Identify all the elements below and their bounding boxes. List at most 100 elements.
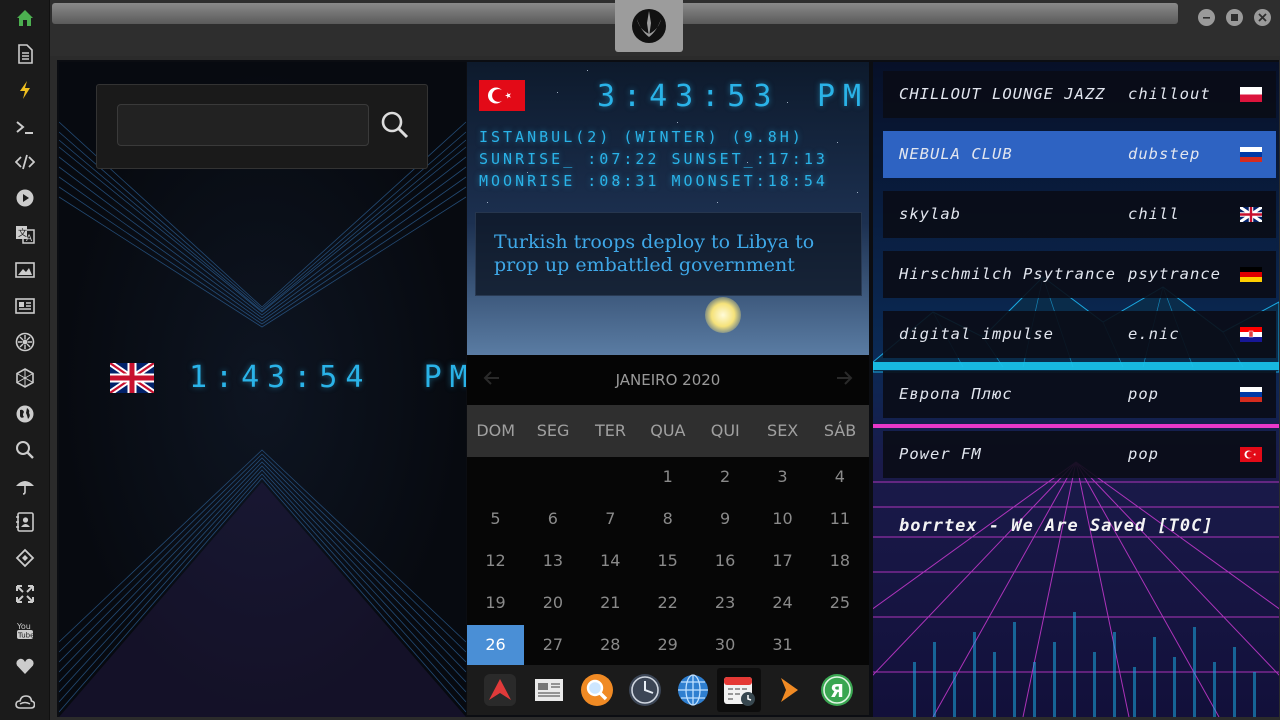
calendar: JANEIRO 2020 DOM SEG TER QUA QUI SEX SÁB…: [467, 355, 869, 665]
settings-wheel-icon[interactable]: [11, 328, 39, 356]
hexagon-icon[interactable]: [11, 364, 39, 392]
calendar-day[interactable]: 9: [697, 499, 754, 539]
globe-icon[interactable]: [11, 400, 39, 428]
station-name: Европа Плюс: [899, 385, 1013, 403]
calendar-day[interactable]: 11: [811, 499, 868, 539]
calendar-day[interactable]: 3: [754, 457, 811, 497]
app-dock: Я: [467, 665, 869, 715]
image-icon[interactable]: [11, 256, 39, 284]
calendar-day[interactable]: 30: [697, 625, 754, 665]
maximize-icon: [1231, 14, 1238, 21]
search-button[interactable]: [377, 107, 413, 143]
close-icon: [1258, 13, 1267, 22]
expand-icon[interactable]: [11, 580, 39, 608]
turkey-flag-icon: [479, 80, 525, 111]
calendar-day[interactable]: 16: [697, 541, 754, 581]
terminal-icon[interactable]: [11, 113, 39, 141]
calendar-day[interactable]: 29: [639, 625, 696, 665]
calendar-day[interactable]: 31: [754, 625, 811, 665]
radio-station-item[interactable]: digital impulse e.nic: [883, 311, 1276, 358]
youtube-icon[interactable]: You Tube: [11, 616, 39, 644]
local-clock: 1:43:54 PM: [189, 360, 466, 395]
radio-station-item[interactable]: Европа Плюс pop: [883, 371, 1276, 418]
code-icon[interactable]: [11, 148, 39, 176]
close-button[interactable]: [1254, 9, 1271, 26]
calendar-day[interactable]: 15: [639, 541, 696, 581]
calendar-day[interactable]: 24: [754, 583, 811, 623]
station-name: CHILLOUT LOUNGE JAZZ: [899, 85, 1106, 103]
magnifier-app-icon[interactable]: [575, 668, 619, 712]
calendar-day[interactable]: 7: [582, 499, 639, 539]
station-name: Hirschmilch Psytrance: [899, 265, 1116, 283]
radio-station-item[interactable]: Power FM pop: [883, 431, 1276, 478]
search-icon[interactable]: [11, 436, 39, 464]
play-icon[interactable]: [11, 184, 39, 212]
cloud-icon[interactable]: [11, 688, 39, 716]
calendar-day[interactable]: 13: [524, 541, 581, 581]
station-name: NEBULA CLUB: [899, 145, 1013, 163]
rebel-alliance-logo[interactable]: [615, 0, 683, 52]
newspaper-app-icon[interactable]: [527, 668, 571, 712]
sun-icon: [705, 297, 741, 333]
calendar-day[interactable]: 22: [639, 583, 696, 623]
calendar-day-today[interactable]: 26: [467, 625, 524, 665]
minimize-button[interactable]: [1198, 9, 1215, 26]
calendar-day[interactable]: 8: [639, 499, 696, 539]
rebel-alliance-icon: [632, 9, 666, 43]
arrow-right-icon: [837, 371, 853, 385]
calendar-day[interactable]: 21: [582, 583, 639, 623]
calendar-day[interactable]: 5: [467, 499, 524, 539]
station-name: Power FM: [899, 445, 982, 463]
calendar-app-icon[interactable]: [717, 668, 761, 712]
station-name: digital impulse: [899, 325, 1054, 343]
calendar-day[interactable]: 25: [811, 583, 868, 623]
calendar-day[interactable]: 27: [524, 625, 581, 665]
svg-text:A: A: [26, 234, 33, 244]
radio-station-item[interactable]: CHILLOUT LOUNGE JAZZ chillout: [883, 71, 1276, 118]
search-input[interactable]: [117, 104, 369, 146]
calendar-day[interactable]: 1: [639, 457, 696, 497]
calendar-day[interactable]: 2: [697, 457, 754, 497]
calendar-day[interactable]: 17: [754, 541, 811, 581]
umbrella-icon[interactable]: [11, 472, 39, 500]
local-clock-ampm: PM: [423, 360, 466, 395]
radio-station-item[interactable]: Hirschmilch Psytrance psytrance: [883, 251, 1276, 298]
home-icon[interactable]: [11, 4, 39, 32]
station-genre: pop: [1128, 385, 1159, 403]
radio-station-item-selected[interactable]: NEBULA CLUB dubstep: [883, 131, 1276, 178]
yandex-app-icon[interactable]: Я: [815, 668, 859, 712]
weekday-label: SEG: [536, 421, 570, 440]
tag-icon[interactable]: [11, 544, 39, 572]
station-genre: psytrance: [1128, 265, 1221, 283]
calendar-day[interactable]: 14: [582, 541, 639, 581]
calendar-day[interactable]: 28: [582, 625, 639, 665]
weekday-label: TER: [594, 421, 626, 440]
heart-icon[interactable]: [11, 652, 39, 680]
clock-app-icon[interactable]: [623, 668, 667, 712]
station-genre: dubstep: [1128, 145, 1201, 163]
calendar-day[interactable]: 19: [467, 583, 524, 623]
calendar-day[interactable]: 4: [811, 457, 868, 497]
calendar-day[interactable]: 12: [467, 541, 524, 581]
arrow-app-icon[interactable]: [767, 668, 811, 712]
document-icon[interactable]: [11, 40, 39, 68]
title-bar: [50, 0, 1280, 56]
globe-app-icon[interactable]: [671, 668, 715, 712]
poland-flag-icon: [1240, 87, 1262, 102]
maximize-button[interactable]: [1226, 9, 1243, 26]
calendar-day[interactable]: 6: [524, 499, 581, 539]
translate-icon[interactable]: 文A: [11, 220, 39, 248]
next-month-button[interactable]: [833, 367, 857, 391]
red-triangle-app-icon[interactable]: [478, 668, 522, 712]
calendar-day[interactable]: 20: [524, 583, 581, 623]
radio-station-item[interactable]: skylab chill: [883, 191, 1276, 238]
news-icon[interactable]: [11, 292, 39, 320]
calendar-day[interactable]: 18: [811, 541, 868, 581]
germany-flag-icon: [1240, 267, 1262, 282]
calendar-day[interactable]: 10: [754, 499, 811, 539]
weekday-label: DOM: [476, 421, 516, 440]
calendar-day[interactable]: 23: [697, 583, 754, 623]
contact-card-icon[interactable]: [11, 508, 39, 536]
news-headline[interactable]: Turkish troops deploy to Libya to prop u…: [475, 212, 862, 296]
lightning-icon[interactable]: [11, 76, 39, 104]
